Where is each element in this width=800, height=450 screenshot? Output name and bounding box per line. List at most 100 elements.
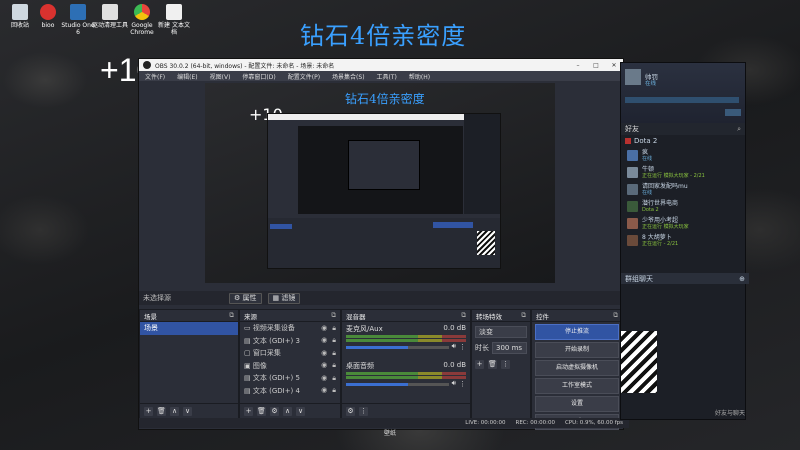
transitions-title: 转场特效 xyxy=(476,312,502,321)
desktop-icon-studio-one[interactable]: Studio One 6 xyxy=(60,4,96,36)
scene-down-button[interactable]: ∨ xyxy=(183,406,192,416)
source-item[interactable]: ▤ 文本 (GDI+) 5 ◉ 🔒︎ xyxy=(240,372,340,385)
menu-file[interactable]: 文件(F) xyxy=(139,72,171,81)
nested-docks xyxy=(268,218,500,268)
lock-icon[interactable]: 🔒︎ xyxy=(332,386,336,395)
properties-button[interactable]: ⚙ 属性 xyxy=(229,292,262,304)
studio-mode-button[interactable]: 工作室模式 xyxy=(535,378,619,394)
more-icon[interactable]: ⋮ xyxy=(459,380,466,388)
group-chat-header[interactable]: 群组聊天 ⊕ xyxy=(621,273,749,284)
duration-input[interactable]: 300 ms xyxy=(492,342,527,354)
add-icon[interactable]: ⊕ xyxy=(739,275,745,283)
friends-chat-bar[interactable]: 好友与聊天 xyxy=(621,405,751,419)
add-transition-button[interactable]: + xyxy=(475,360,484,369)
visibility-icon[interactable]: ◉ xyxy=(321,324,327,333)
menu-docks[interactable]: 停靠窗口(D) xyxy=(236,72,281,81)
mixer-settings-button[interactable]: ⚙ xyxy=(346,406,355,416)
volume-slider[interactable] xyxy=(346,346,449,349)
source-up-button[interactable]: ∧ xyxy=(283,406,292,416)
friends-bar: 好友 ⌕ xyxy=(621,123,745,135)
source-down-button[interactable]: ∨ xyxy=(296,406,305,416)
obs-preview[interactable]: 钻石4倍亲密度 +10 xyxy=(205,83,555,283)
menu-view[interactable]: 视图(V) xyxy=(204,72,237,81)
start-recording-button[interactable]: 开始录制 xyxy=(535,342,619,358)
remove-source-button[interactable]: 🗑 xyxy=(257,406,266,416)
undock-icon[interactable]: ⧉ xyxy=(331,311,336,320)
speaker-icon[interactable]: 🔊︎ xyxy=(452,379,456,388)
text-icon: ▤ xyxy=(244,374,251,383)
source-item[interactable]: ▤ 文本 (GDI+) 3 ◉ 🔒︎ xyxy=(240,335,340,348)
friend-item[interactable]: 牛顿 正在运行 模拟大玩家 - 2/21 xyxy=(621,164,745,181)
volume-slider[interactable] xyxy=(346,383,449,386)
source-item[interactable]: ▤ 文本 (GDI+) 4 ◉ 🔒︎ xyxy=(240,385,340,398)
search-icon[interactable]: ⌕ xyxy=(737,125,741,134)
transition-menu-button[interactable]: ⋮ xyxy=(501,360,510,369)
visibility-icon[interactable]: ◉ xyxy=(321,349,327,358)
obs-window: OBS 30.0.2 (64-bit, windows) - 配置文件: 未命名… xyxy=(138,58,629,430)
undock-icon[interactable]: ⧉ xyxy=(613,311,618,320)
scene-item[interactable]: 场景 xyxy=(140,322,238,335)
source-item[interactable]: ▭ 视频采集设备 ◉ 🔒︎ xyxy=(240,322,340,335)
obs-logo-icon xyxy=(143,61,151,69)
bioo-icon xyxy=(40,4,56,20)
friend-avatar xyxy=(627,218,638,229)
undock-icon[interactable]: ⧉ xyxy=(229,311,234,320)
transitions-dock: 转场特效 ⧉ 淡变 时长 300 ms + 🗑 ⋮ xyxy=(471,309,531,419)
preview-nested-obs xyxy=(267,113,501,269)
group-header[interactable]: Dota 2 xyxy=(621,135,745,147)
mixer-menu-button[interactable]: ⋮ xyxy=(359,406,368,416)
desktop-icon-driver-tool[interactable]: 驱动清理工具 xyxy=(92,4,128,29)
obs-window-title: OBS 30.0.2 (64-bit, windows) - 配置文件: 未命名… xyxy=(155,62,335,70)
maximize-icon[interactable]: □ xyxy=(587,62,605,69)
obs-menubar: 文件(F) 编辑(E) 视图(V) 停靠窗口(D) 配置文件(P) 场景集合(S… xyxy=(139,71,623,81)
desktop-icon-chrome[interactable]: Google Chrome xyxy=(124,4,160,36)
undock-icon[interactable]: ⧉ xyxy=(521,311,526,320)
friend-item[interactable]: 8 大胡萝卜 正在运行 - 2/21 xyxy=(621,232,745,249)
lock-icon[interactable]: 🔒︎ xyxy=(332,374,336,383)
source-toolbar: 未选择源 ⚙ 属性 ▦ 滤镜 xyxy=(139,291,623,305)
source-settings-button[interactable]: ⚙ xyxy=(270,406,279,416)
lock-icon[interactable]: 🔒︎ xyxy=(332,324,336,333)
filters-button[interactable]: ▦ 滤镜 xyxy=(267,292,301,304)
transition-select[interactable]: 淡变 xyxy=(475,326,527,338)
friends-label: 好友 xyxy=(625,125,639,133)
controls-dock: 控件⧉ 停止推流 开始录制 启动虚拟摄像机 工作室模式 设置 退出 xyxy=(531,309,623,430)
visibility-icon[interactable]: ◉ xyxy=(321,361,327,370)
scenes-dock: 场景 ⧉ 场景 + 🗑 ∧ ∨ xyxy=(139,309,239,419)
steam-banner xyxy=(625,97,739,103)
start-virtual-camera-button[interactable]: 启动虚拟摄像机 xyxy=(535,360,619,376)
menu-help[interactable]: 帮助(H) xyxy=(403,72,436,81)
menu-scene-collection[interactable]: 场景集合(S) xyxy=(326,72,371,81)
nested-scene-selected xyxy=(270,224,292,229)
user-avatar[interactable] xyxy=(625,69,641,85)
friend-item[interactable]: 少爷用小考超 正在运行 模拟大玩家 xyxy=(621,215,745,232)
settings-button[interactable]: 设置 xyxy=(535,396,619,412)
stop-streaming-button[interactable]: 停止推流 xyxy=(535,324,619,340)
visibility-icon[interactable]: ◉ xyxy=(321,386,327,395)
visibility-icon[interactable]: ◉ xyxy=(321,374,327,383)
lock-icon[interactable]: 🔒︎ xyxy=(332,336,336,345)
friend-item[interactable]: 潜行世界电商 Dota 2 xyxy=(621,198,745,215)
source-item[interactable]: ▣ 图像 ◉ 🔒︎ xyxy=(240,360,340,373)
obs-titlebar[interactable]: OBS 30.0.2 (64-bit, windows) - 配置文件: 未命名… xyxy=(139,59,623,71)
minimize-icon[interactable]: – xyxy=(569,62,587,69)
menu-tools[interactable]: 工具(T) xyxy=(371,72,403,81)
remove-scene-button[interactable]: 🗑 xyxy=(157,406,166,416)
menu-edit[interactable]: 编辑(E) xyxy=(171,72,203,81)
speaker-icon[interactable]: 🔊︎ xyxy=(452,342,456,351)
add-source-button[interactable]: + xyxy=(244,406,253,416)
friend-item[interactable]: 请回家发配吗mu 在线 xyxy=(621,181,745,198)
friend-item[interactable]: 疯在线 xyxy=(621,147,745,164)
lock-icon[interactable]: 🔒︎ xyxy=(332,349,336,358)
scene-up-button[interactable]: ∧ xyxy=(170,406,179,416)
undock-icon[interactable]: ⧉ xyxy=(461,311,466,320)
visibility-icon[interactable]: ◉ xyxy=(321,336,327,345)
add-scene-button[interactable]: + xyxy=(144,406,153,416)
menu-profile[interactable]: 配置文件(P) xyxy=(282,72,326,81)
desktop-icon-text-doc[interactable]: 新建 文本文档 xyxy=(156,4,192,36)
more-icon[interactable]: ⋮ xyxy=(459,343,466,351)
remove-transition-button[interactable]: 🗑 xyxy=(488,360,497,369)
source-item[interactable]: ▢ 窗口采集 ◉ 🔒︎ xyxy=(240,347,340,360)
lock-icon[interactable]: 🔒︎ xyxy=(332,361,336,370)
chrome-icon xyxy=(134,4,150,20)
